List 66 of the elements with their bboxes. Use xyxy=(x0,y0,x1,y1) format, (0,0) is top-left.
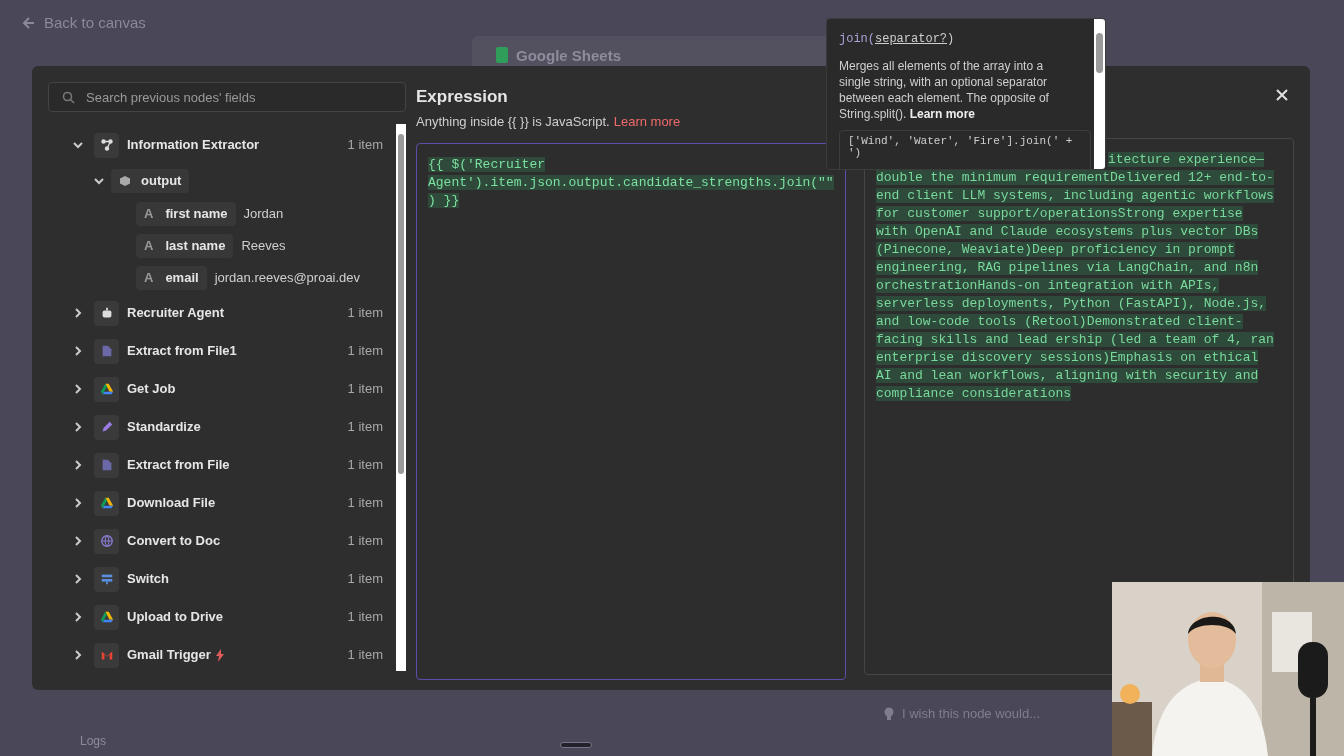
close-icon[interactable] xyxy=(1276,89,1288,101)
field-value: jordan.reeves@proai.dev xyxy=(214,269,361,288)
chevron-icon[interactable] xyxy=(72,139,84,151)
node-name[interactable]: Convert to Doc xyxy=(127,531,221,551)
learn-more-link[interactable]: Learn more xyxy=(909,107,976,121)
node-name[interactable]: Recruiter Agent xyxy=(127,303,225,323)
lightbulb-icon xyxy=(884,706,894,721)
logs-label: Logs xyxy=(80,733,107,750)
field-chip[interactable]: A first name xyxy=(136,202,236,226)
sheet-icon xyxy=(496,47,508,63)
node-name[interactable]: Switch xyxy=(127,569,169,589)
item-count: 1 item xyxy=(347,380,383,399)
chevron-icon[interactable] xyxy=(72,459,84,471)
expression-editor[interactable]: {{ $('Recruiter Agent').item.json.output.candidate_strengths.join("" ) }} xyxy=(416,143,846,680)
item-count: 1 item xyxy=(347,532,383,551)
chevron-icon[interactable] xyxy=(72,649,84,661)
search-field[interactable]: Search previous nodes' fields xyxy=(48,82,406,112)
chevron-icon[interactable] xyxy=(72,611,84,623)
field-value: Jordan xyxy=(243,205,284,224)
node-title: Google Sheets xyxy=(516,47,622,64)
item-count: 1 item xyxy=(347,494,383,513)
back-arrow-icon xyxy=(22,16,36,31)
node-name[interactable]: Extract from File1 xyxy=(127,341,237,361)
field-value: Reeves xyxy=(241,237,286,256)
drive-icon xyxy=(99,496,114,510)
chevron-icon[interactable] xyxy=(72,573,84,585)
item-count: 1 item xyxy=(347,646,383,665)
chevron-icon[interactable] xyxy=(93,175,105,187)
scrollbar[interactable] xyxy=(396,124,406,671)
item-count: 1 item xyxy=(347,136,383,155)
cube-icon xyxy=(119,175,131,187)
node-name[interactable]: Information Extractor xyxy=(127,135,260,155)
item-count: 1 item xyxy=(347,608,383,627)
signpost-icon xyxy=(99,572,114,586)
search-icon xyxy=(62,91,75,104)
chevron-icon[interactable] xyxy=(72,383,84,395)
node-name[interactable]: Gmail Trigger xyxy=(127,645,211,665)
chevron-icon[interactable] xyxy=(72,421,84,433)
field-chip[interactable]: A last name xyxy=(136,234,234,258)
item-count: 1 item xyxy=(347,570,383,589)
hint-text: Anything inside {{ }} is JavaScript. xyxy=(416,112,610,131)
drive-icon xyxy=(99,382,114,396)
chevron-icon[interactable] xyxy=(72,535,84,547)
example-code: ['Wind', 'Water', 'Fire'].join(' + ') xyxy=(839,130,1091,169)
item-count: 1 item xyxy=(347,418,383,437)
function-signature: join(separator?) xyxy=(839,31,956,48)
chevron-icon[interactable] xyxy=(72,345,84,357)
node-name[interactable]: Download File xyxy=(127,493,216,513)
globe-icon xyxy=(99,534,114,548)
item-count: 1 item xyxy=(347,342,383,361)
field-chip[interactable]: output xyxy=(111,169,190,193)
item-count: 1 item xyxy=(347,304,383,323)
chevron-icon[interactable] xyxy=(72,307,84,319)
nodes-icon xyxy=(99,138,114,152)
node-name[interactable]: Get Job xyxy=(127,379,176,399)
learn-more-link[interactable]: Learn more xyxy=(613,111,681,131)
function-description: Merges all elements of the array into a single string, with an optional separator between each element. The opposite of String.split(). Learn more xyxy=(839,58,1050,122)
node-name[interactable]: Standardize xyxy=(127,417,201,437)
chevron-icon[interactable] xyxy=(72,497,84,509)
drive-icon xyxy=(99,610,114,624)
node-name[interactable]: Upload to Drive xyxy=(127,607,224,627)
node-name[interactable]: Extract from File xyxy=(127,455,230,475)
field-chip[interactable]: A email xyxy=(136,266,207,290)
item-count: 1 item xyxy=(347,456,383,475)
scrollbar[interactable] xyxy=(1094,19,1105,169)
drag-handle[interactable] xyxy=(560,742,592,748)
